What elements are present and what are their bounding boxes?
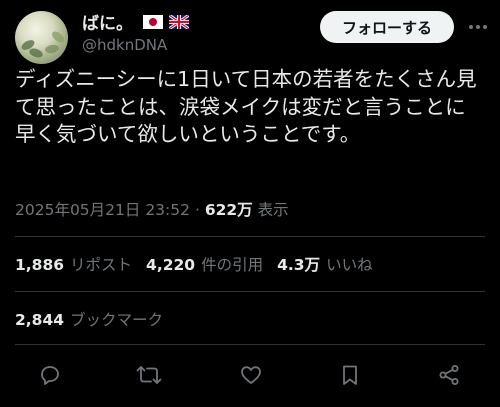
tweet-text: ディズニーシーに1日いて日本の若者をたくさん見て思ったことは、涙袋メイクは変だと… [15, 67, 477, 146]
quotes-label: 件の引用 [201, 256, 264, 274]
quotes-count: 4,220 [146, 256, 196, 274]
timestamp[interactable]: 2025年05月21日 23:52 [15, 201, 190, 219]
tweet-meta: 2025年05月21日 23:52 · 622万 表示 [15, 198, 289, 220]
reply-icon[interactable] [37, 362, 63, 388]
likes-label: いいね [326, 256, 373, 274]
author-handle[interactable]: @hdknDNA [82, 36, 167, 54]
avatar[interactable] [15, 11, 68, 64]
engagement-stats: 1,886 リポスト 4,220 件の引用 4.3万 いいね [15, 253, 373, 275]
views-label: 表示 [257, 201, 289, 219]
like-icon[interactable] [238, 362, 264, 388]
reposts-label: リポスト [70, 256, 133, 274]
bookmarks-count: 2,844 [15, 311, 65, 329]
bookmarks-label: ブックマーク [70, 311, 164, 329]
more-options-icon[interactable] [466, 18, 490, 36]
reposts-count: 1,886 [15, 256, 65, 274]
retweet-icon[interactable] [136, 362, 162, 388]
divider [15, 344, 485, 345]
divider [15, 236, 485, 237]
quotes-stat[interactable]: 4,220 件の引用 [146, 253, 263, 275]
bookmark-icon[interactable] [337, 362, 363, 388]
japan-flag-icon [143, 14, 163, 29]
author-name-text: ばに。 [82, 14, 133, 34]
action-bar [0, 358, 500, 390]
likes-stat[interactable]: 4.3万 いいね [277, 253, 372, 275]
follow-button[interactable]: フォローする [320, 11, 454, 43]
views-count: 622万 [204, 201, 253, 219]
divider [15, 291, 485, 292]
bookmarks-stat[interactable]: 2,844 ブックマーク [15, 308, 163, 330]
reposts-stat[interactable]: 1,886 リポスト [15, 253, 132, 275]
meta-separator: · [194, 201, 200, 219]
likes-count: 4.3万 [277, 256, 321, 274]
author-display-name[interactable]: ばに。 [82, 9, 189, 34]
share-icon[interactable] [436, 362, 462, 388]
uk-flag-icon [169, 14, 189, 29]
